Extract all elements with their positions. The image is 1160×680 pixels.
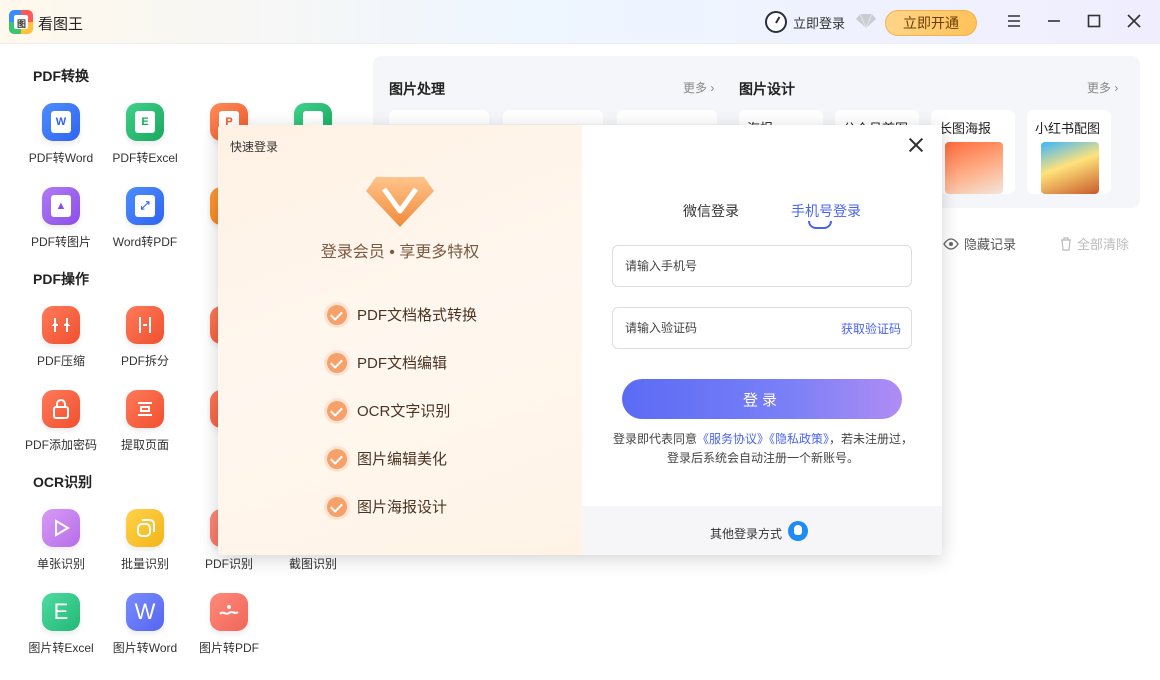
excel-e-icon: E bbox=[42, 593, 80, 631]
menu-icon[interactable] bbox=[1004, 12, 1024, 32]
vip-crown-icon bbox=[366, 177, 434, 227]
diamond-icon[interactable] bbox=[856, 13, 876, 29]
dialog-caption: 快速登录 bbox=[230, 140, 279, 154]
image-processing-title: 图片处理 bbox=[389, 81, 445, 97]
tab-phone-login[interactable]: 手机号登录 bbox=[791, 201, 861, 221]
check-icon bbox=[327, 304, 347, 325]
title-bar: 图 看图王 立即登录 立即开通 bbox=[0, 0, 1160, 44]
avatar-clock-icon bbox=[765, 11, 787, 33]
other-login-bar: 其他登录方式 bbox=[582, 506, 942, 555]
privacy-policy-link[interactable]: 《隐私政策》 bbox=[769, 432, 829, 446]
feature-item: PDF文档格式转换 bbox=[327, 304, 477, 325]
extract-icon bbox=[126, 390, 164, 428]
image-processing-more[interactable]: 更多 › bbox=[683, 79, 714, 96]
pdf-icon: ⤢ bbox=[126, 187, 164, 225]
split-icon bbox=[126, 306, 164, 344]
tool-pdf-compress[interactable]: PDF压缩 bbox=[19, 306, 103, 376]
lock-icon bbox=[42, 390, 80, 428]
check-icon bbox=[327, 496, 347, 517]
phone-field bbox=[612, 245, 912, 287]
tool-extract-pages[interactable]: 提取页面 bbox=[103, 390, 187, 460]
minimize-icon[interactable] bbox=[1044, 12, 1064, 32]
service-agreement-link[interactable]: 《服务协议》 bbox=[697, 432, 769, 446]
batch-ocr-icon bbox=[126, 509, 164, 547]
tool-pdf-split[interactable]: PDF拆分 bbox=[103, 306, 187, 376]
section-title-pdf-ops: PDF操作 bbox=[33, 271, 89, 287]
check-icon bbox=[327, 352, 347, 373]
image-design-more[interactable]: 更多 › bbox=[1087, 79, 1118, 96]
tool-pdf-password[interactable]: PDF添加密码 bbox=[19, 390, 103, 460]
clear-all-button[interactable]: 全部清除 bbox=[1060, 234, 1129, 253]
promo-text: 登录会员 • 享更多特权 bbox=[320, 244, 480, 261]
tab-wechat-login[interactable]: 微信登录 bbox=[683, 201, 739, 221]
word-icon: W bbox=[42, 103, 80, 141]
tool-single-ocr[interactable]: 单张识别 bbox=[19, 509, 103, 579]
trash-icon bbox=[1061, 236, 1071, 251]
xiaohongshu-thumbnail bbox=[1041, 142, 1099, 194]
phone-input[interactable] bbox=[613, 246, 813, 286]
dialog-close-icon[interactable] bbox=[908, 137, 924, 153]
tool-pdf-to-word[interactable]: W PDF转Word bbox=[19, 103, 103, 173]
feature-item: 图片海报设计 bbox=[327, 496, 447, 517]
check-icon bbox=[327, 400, 347, 421]
word-w-icon: W bbox=[126, 593, 164, 631]
single-ocr-icon bbox=[42, 509, 80, 547]
qq-login-icon[interactable] bbox=[788, 521, 808, 541]
tool-pdf-to-excel[interactable]: E PDF转Excel bbox=[103, 103, 187, 173]
tool-image-to-excel[interactable]: E 图片转Excel bbox=[19, 593, 103, 663]
app-logo-icon: 图 bbox=[9, 10, 33, 34]
hide-records-button[interactable]: 隐藏记录 bbox=[943, 234, 1016, 253]
design-card-long-poster[interactable]: 长图海报 bbox=[931, 110, 1015, 194]
processing-card[interactable] bbox=[617, 110, 717, 124]
check-icon bbox=[327, 448, 347, 469]
other-login-label: 其他登录方式 bbox=[710, 527, 783, 541]
login-button[interactable]: 登录 bbox=[622, 379, 902, 419]
titlebar-login-label: 立即登录 bbox=[793, 15, 846, 31]
image-design-title: 图片设计 bbox=[739, 81, 795, 97]
feature-item: 图片编辑美化 bbox=[327, 448, 447, 469]
processing-card[interactable] bbox=[389, 110, 489, 124]
processing-card[interactable] bbox=[503, 110, 603, 124]
image-icon: ▲ bbox=[42, 187, 80, 225]
get-code-link[interactable]: 获取验证码 bbox=[841, 320, 901, 337]
agreement-text: 登录即代表同意《服务协议》《隐私政策》，若未注册过，登录后系统会自动注册一个新账… bbox=[612, 432, 914, 465]
tool-pdf-to-image[interactable]: ▲ PDF转图片 bbox=[19, 187, 103, 257]
compress-icon bbox=[42, 306, 80, 344]
tool-image-to-word[interactable]: W 图片转Word bbox=[103, 593, 187, 663]
maximize-icon[interactable] bbox=[1084, 12, 1104, 32]
verification-code-input[interactable] bbox=[613, 308, 813, 348]
vip-open-button[interactable]: 立即开通 bbox=[885, 10, 977, 36]
section-title-pdf-convert: PDF转换 bbox=[33, 68, 89, 84]
titlebar-login-link[interactable]: 立即登录 bbox=[765, 11, 845, 33]
tool-image-to-pdf[interactable]: 图片转PDF bbox=[187, 593, 271, 663]
poster-thumbnail bbox=[945, 142, 1003, 194]
tool-batch-ocr[interactable]: 批量识别 bbox=[103, 509, 187, 579]
window-close-icon[interactable] bbox=[1124, 12, 1144, 32]
app-title: 看图王 bbox=[38, 16, 84, 33]
design-card-xiaohongshu[interactable]: 小红书配图 bbox=[1027, 110, 1111, 194]
login-dialog: 快速登录 登录会员 • 享更多特权 PDF文档格式转换 PDF文档编辑 OCR文… bbox=[218, 125, 942, 555]
section-title-ocr: OCR识别 bbox=[33, 474, 93, 490]
active-tab-indicator bbox=[808, 221, 832, 229]
login-promo-panel: 快速登录 登录会员 • 享更多特权 PDF文档格式转换 PDF文档编辑 OCR文… bbox=[218, 125, 582, 555]
eye-icon bbox=[943, 237, 959, 250]
tool-word-to-pdf[interactable]: ⤢ Word转PDF bbox=[103, 187, 187, 257]
code-field: 获取验证码 bbox=[612, 307, 912, 349]
image-pdf-icon bbox=[210, 593, 248, 631]
feature-item: PDF文档编辑 bbox=[327, 352, 447, 373]
excel-icon: E bbox=[126, 103, 164, 141]
feature-item: OCR文字识别 bbox=[327, 400, 450, 421]
